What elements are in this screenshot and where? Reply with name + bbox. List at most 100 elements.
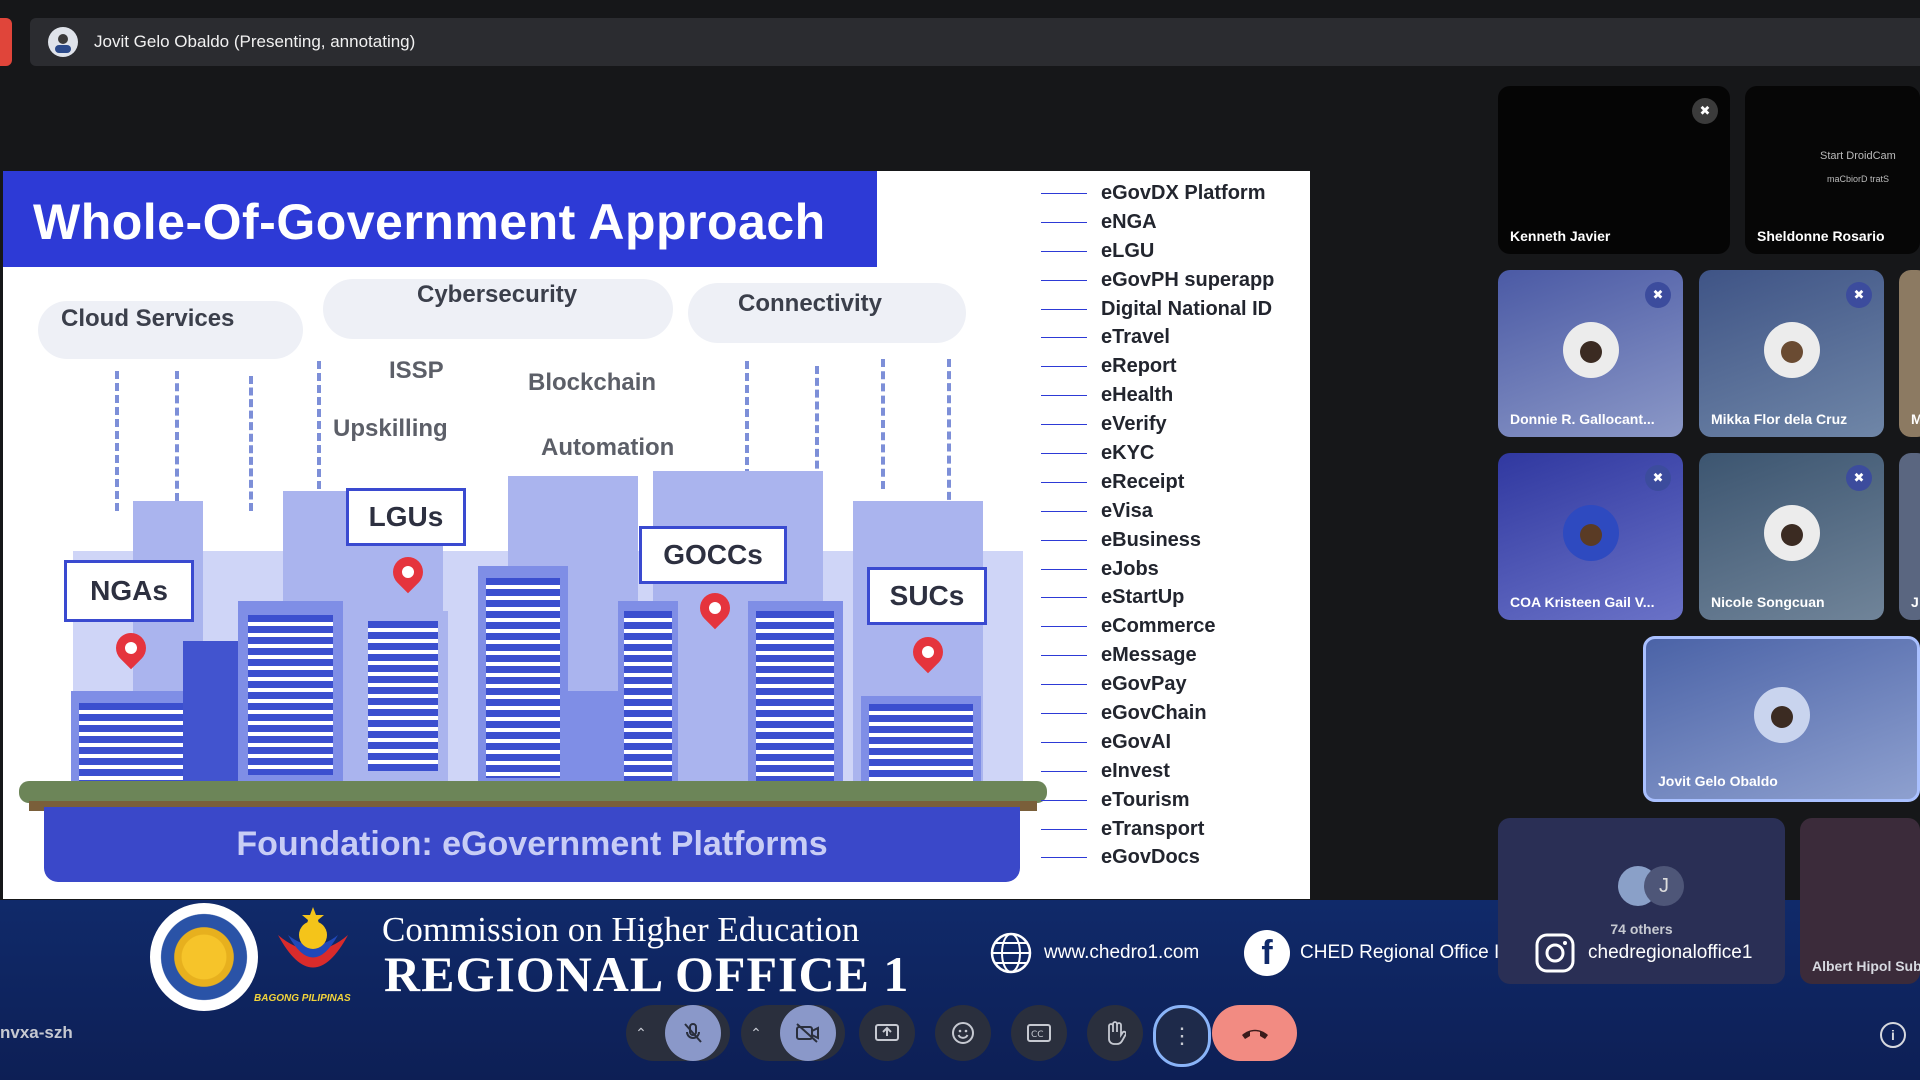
camera-control-group: ⌃: [741, 1005, 845, 1061]
foundation-label: Foundation: eGovernment Platforms: [236, 825, 828, 863]
avatar: [1763, 504, 1820, 561]
cybersecurity-label: Cybersecurity: [417, 281, 578, 308]
arrow-shape: [175, 371, 181, 501]
platform-item: eReceipt: [1041, 468, 1310, 497]
participant-tile-kenneth[interactable]: ✖ Kenneth Javier: [1498, 86, 1730, 254]
platform-label: eReport: [1101, 355, 1177, 378]
mic-control-group: ⌃: [626, 1005, 730, 1061]
droidcam-text: Start DroidCam: [1820, 150, 1896, 162]
platform-item: eGovDX Platform: [1041, 179, 1310, 208]
mic-off-icon: ✖: [1645, 465, 1671, 491]
platform-connector-line: [1041, 192, 1087, 194]
platform-label: eTravel: [1101, 326, 1170, 349]
platform-connector-line: [1041, 626, 1087, 628]
building: [693, 641, 743, 791]
participant-tile-cut[interactable]: J: [1899, 453, 1920, 620]
platform-item: eTourism: [1041, 786, 1310, 815]
ched-name: Commission on Higher Education: [382, 910, 860, 949]
mic-off-icon: ✖: [1645, 282, 1671, 308]
captions-icon: CC: [1027, 1024, 1051, 1042]
platform-label: eVisa: [1101, 499, 1153, 522]
participant-tile-albert[interactable]: Albert Hipol Sub: [1800, 818, 1920, 984]
participant-tile-sheldonne[interactable]: Start DroidCam maCbiorD tratS Sheldonne …: [1745, 86, 1920, 254]
platform-label: eInvest: [1101, 759, 1170, 782]
building-windows: [368, 621, 438, 771]
participant-name: COA Kristeen Gail V...: [1510, 594, 1655, 610]
platform-connector-line: [1041, 828, 1087, 830]
participant-name: Sheldonne Rosario: [1757, 228, 1885, 244]
participant-tile-donnie[interactable]: ✖ Donnie R. Gallocant...: [1498, 270, 1683, 437]
mic-options-button[interactable]: ⌃: [635, 1025, 647, 1042]
platform-label: eMessage: [1101, 644, 1197, 667]
platform-label: eNGA: [1101, 210, 1157, 233]
captions-button[interactable]: CC: [1011, 1005, 1067, 1061]
platform-item: eLGU: [1041, 237, 1310, 266]
platform-connector-line: [1041, 452, 1087, 454]
ground-strip: [19, 781, 1047, 803]
platform-item: eBusiness: [1041, 526, 1310, 555]
present-screen-icon: [875, 1024, 899, 1041]
avatar: [1763, 321, 1820, 378]
participant-tile-jovit-self[interactable]: Jovit Gelo Obaldo: [1643, 636, 1920, 802]
platform-label: eKYC: [1101, 441, 1155, 464]
ched-seal-logo: [150, 903, 258, 1011]
recording-indicator: [0, 18, 12, 66]
meeting-info-icon[interactable]: i: [1880, 1022, 1906, 1048]
mic-off-icon: ✖: [1846, 282, 1872, 308]
participant-name: Mikka Flor dela Cruz: [1711, 411, 1848, 427]
raise-hand-button[interactable]: [1087, 1005, 1143, 1061]
more-vert-icon: ⋮: [1171, 1023, 1193, 1048]
platform-item: eMessage: [1041, 641, 1310, 670]
platform-label: eVerify: [1101, 413, 1167, 436]
mic-off-icon: ✖: [1692, 98, 1718, 124]
presenter-bar: Jovit Gelo Obaldo (Presenting, annotatin…: [30, 18, 1920, 66]
building: [71, 691, 191, 791]
participant-name: Jovit Gelo Obaldo: [1658, 773, 1778, 789]
platform-item: eHealth: [1041, 381, 1310, 410]
participant-tile-mikka[interactable]: ✖ Mikka Flor dela Cruz: [1699, 270, 1884, 437]
avatar: [1562, 504, 1619, 561]
participant-tile-coa[interactable]: ✖ COA Kristeen Gail V...: [1498, 453, 1683, 620]
building: [478, 566, 568, 791]
reactions-button[interactable]: [935, 1005, 991, 1061]
shared-slide: Whole-Of-Government Approach Cloud Servi…: [3, 171, 1310, 899]
meeting-code: nvxa-szh: [0, 1023, 73, 1042]
more-options-button[interactable]: ⋮: [1153, 1005, 1211, 1067]
facebook-icon: f: [1244, 930, 1290, 976]
platform-connector-line: [1041, 857, 1087, 859]
participant-name: Kenneth Javier: [1510, 228, 1611, 244]
website-text: www.chedro1.com: [1044, 942, 1200, 963]
building: [238, 601, 343, 791]
present-button[interactable]: [859, 1005, 915, 1061]
camera-toggle-button[interactable]: [779, 1005, 836, 1061]
platform-item: eReport: [1041, 352, 1310, 381]
participant-tile-nicole[interactable]: ✖ Nicole Songcuan: [1699, 453, 1884, 620]
building-windows: [869, 704, 973, 784]
platform-item: eInvest: [1041, 757, 1310, 786]
platform-connector-line: [1041, 395, 1087, 397]
participant-tile-cut[interactable]: M: [1899, 270, 1920, 437]
avatar: [1753, 687, 1810, 743]
platform-connector-line: [1041, 568, 1087, 570]
mic-toggle-button[interactable]: [664, 1005, 721, 1061]
leave-call-button[interactable]: [1212, 1005, 1297, 1061]
platform-label: eGovAI: [1101, 730, 1172, 753]
upskilling-label: Upskilling: [333, 415, 448, 442]
arrow-shape: [881, 359, 887, 489]
platform-label: eGovPay: [1101, 673, 1187, 696]
platform-item: eVerify: [1041, 410, 1310, 439]
platform-item: eCommerce: [1041, 612, 1310, 641]
arrow-shape: [317, 361, 323, 501]
bagong-pilipinas-text: BAGONG PILIPINAS: [254, 993, 351, 1004]
issp-label: ISSP: [389, 357, 444, 384]
building: [861, 696, 981, 791]
platform-item: eGovChain: [1041, 699, 1310, 728]
automation-label: Automation: [541, 434, 675, 461]
participant-name: Nicole Songcuan: [1711, 594, 1825, 610]
camera-options-button[interactable]: ⌃: [750, 1025, 762, 1042]
instagram-contact: chedregionaloffice1: [1532, 930, 1752, 976]
slide-title: Whole-Of-Government Approach: [33, 194, 826, 250]
building-windows: [79, 703, 183, 785]
hang-up-icon: [1241, 1029, 1268, 1039]
platform-label: eLGU: [1101, 239, 1155, 262]
